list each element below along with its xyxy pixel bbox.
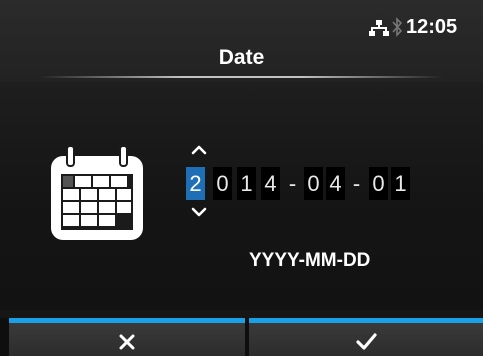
status-bar: 12:05	[0, 0, 483, 38]
year-digit-4[interactable]: 4	[261, 167, 280, 200]
button-divider	[245, 318, 249, 356]
bottom-bar	[0, 318, 483, 356]
calendar-icon	[51, 146, 143, 240]
day-digit-1[interactable]: 0	[369, 167, 388, 200]
date-format-label: YYYY-MM-DD	[249, 250, 371, 271]
date-setting-screen: 12:05 Date 2 0 1 4 - 0 4 - 0 1 YYYY-MM-D…	[0, 0, 483, 356]
month-digit-2[interactable]: 4	[326, 167, 345, 200]
bluetooth-icon	[392, 17, 403, 37]
title-divider	[40, 76, 443, 78]
page-title: Date	[218, 46, 265, 69]
month-digit-1[interactable]: 0	[304, 167, 323, 200]
clock: 12:05	[406, 16, 458, 38]
increment-arrow-icon[interactable]	[190, 143, 208, 155]
date-separator: -	[352, 171, 361, 196]
network-icon	[369, 20, 389, 36]
year-digit-1[interactable]: 2	[186, 167, 205, 200]
year-digit-3[interactable]: 1	[237, 167, 256, 200]
date-separator: -	[288, 171, 297, 196]
year-digit-2[interactable]: 0	[213, 167, 232, 200]
check-icon	[356, 333, 377, 350]
day-digit-2[interactable]: 1	[391, 167, 410, 200]
close-icon	[119, 334, 135, 350]
cancel-button[interactable]	[9, 318, 245, 356]
confirm-button[interactable]	[249, 318, 483, 356]
decrement-arrow-icon[interactable]	[190, 207, 208, 219]
